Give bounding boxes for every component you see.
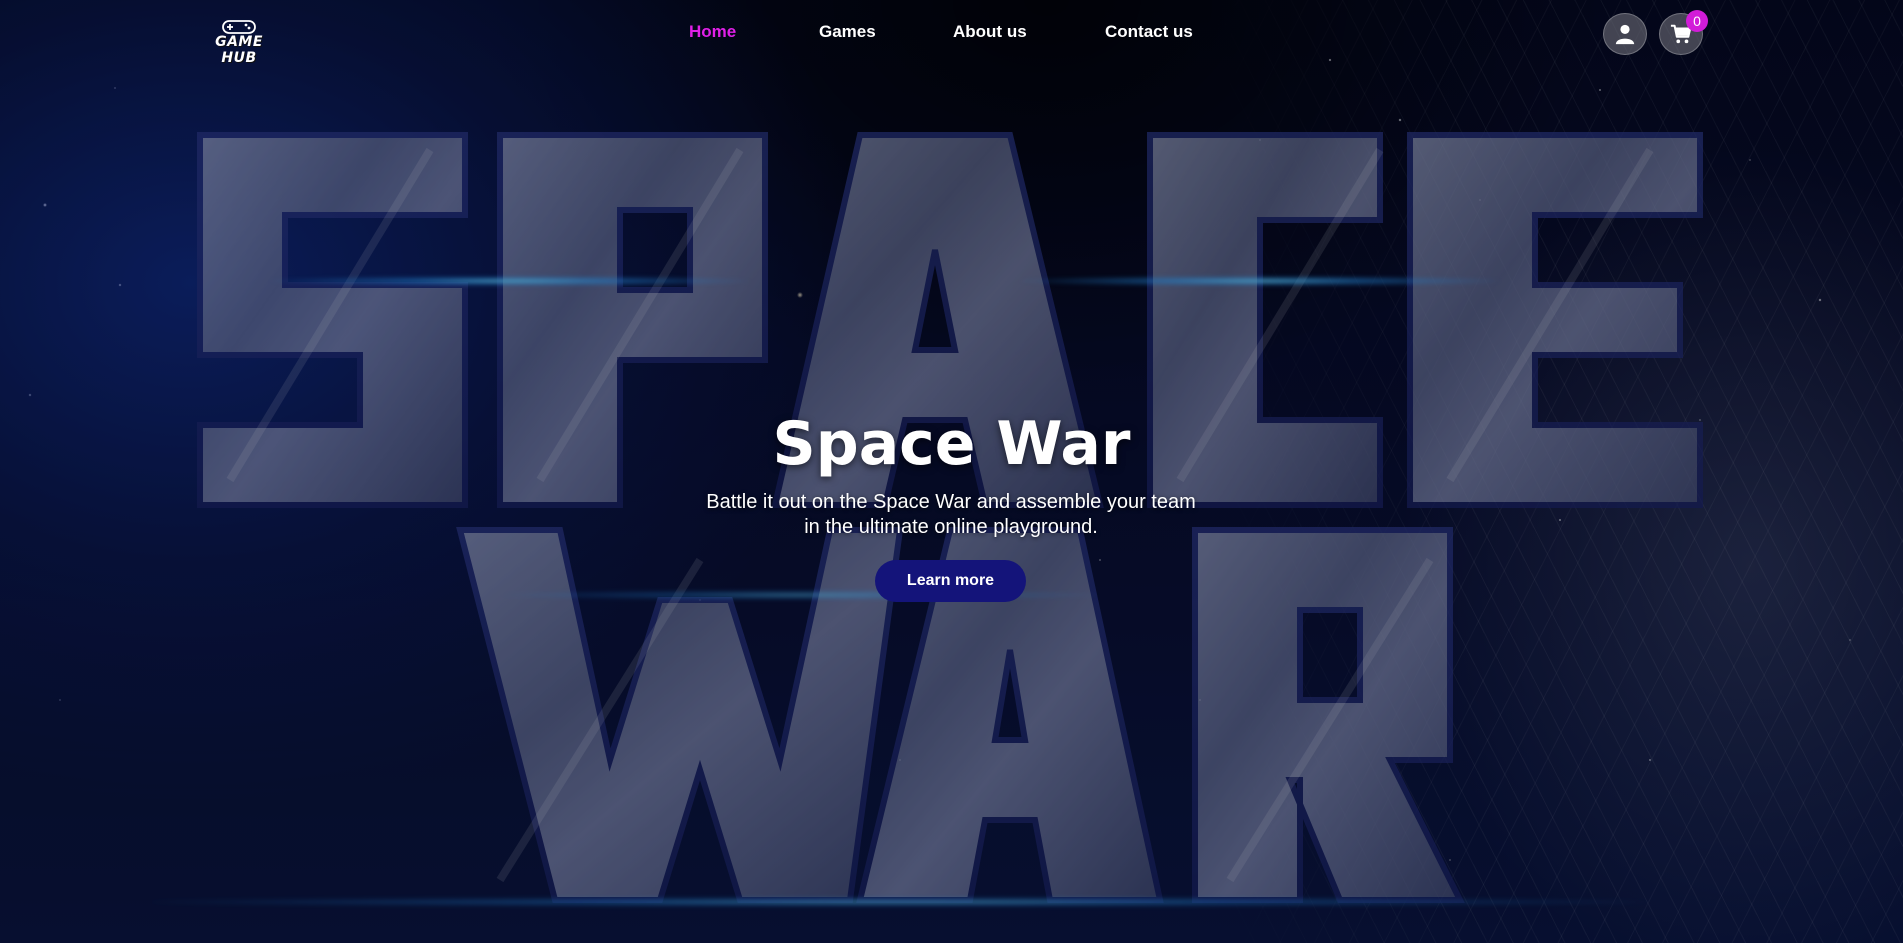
hero-section: Space War Battle it out on the Space War…	[0, 0, 1903, 943]
hero-title: Space War	[772, 409, 1131, 479]
page: GAME HUB Home Games About us Contact us …	[0, 0, 1903, 943]
hero-subtitle: Battle it out on the Space War and assem…	[706, 491, 1196, 538]
learn-more-button[interactable]: Learn more	[875, 560, 1026, 602]
